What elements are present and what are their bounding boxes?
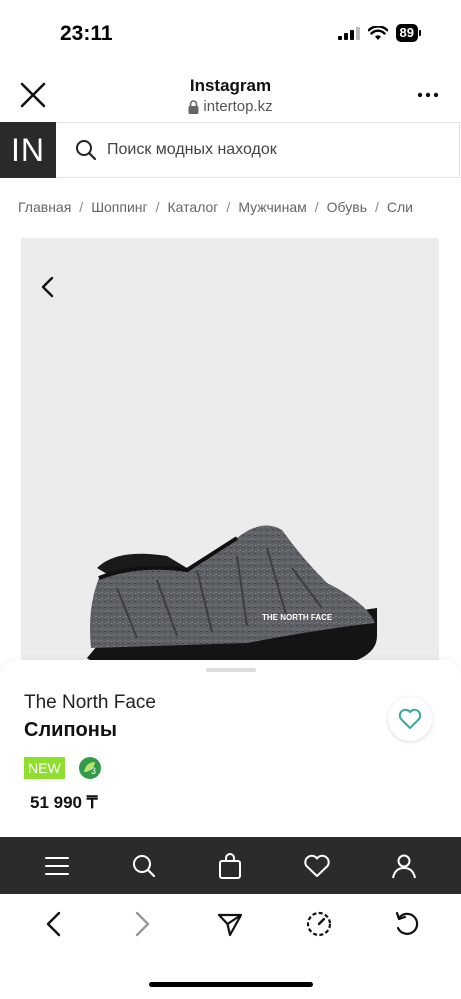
shoe-logo-text: THE NORTH FACE <box>262 613 333 622</box>
status-bar: 23:11 89 <box>0 0 461 62</box>
add-to-favorites-button[interactable] <box>388 697 432 741</box>
browser-reload-button[interactable] <box>385 902 429 946</box>
breadcrumb-item[interactable]: Мужчинам <box>238 199 306 215</box>
chevron-left-icon <box>41 276 54 298</box>
cellular-signal-icon <box>337 27 360 40</box>
bag-icon <box>219 852 242 879</box>
nav-favorites-button[interactable] <box>297 846 337 886</box>
search-placeholder: Поиск модных находок <box>107 141 277 158</box>
nav-cart-button[interactable] <box>210 846 250 886</box>
wifi-icon <box>367 25 388 40</box>
status-time: 23:11 <box>60 22 113 45</box>
more-icon <box>417 92 439 98</box>
browser-speed-button[interactable] <box>297 902 341 946</box>
forward-icon <box>136 911 150 937</box>
breadcrumb: Главная / Шоппинг / Каталог / Мужчинам / Обу… <box>18 199 413 215</box>
breadcrumb-item[interactable]: Каталог <box>168 199 219 215</box>
new-badge: NEW <box>24 757 65 779</box>
url-text: intertop.kz <box>203 98 273 115</box>
browser-back-button[interactable] <box>32 902 76 946</box>
eco-badge-number: 3 <box>91 766 96 776</box>
product-photo: THE NORTH FACE <box>87 525 377 678</box>
browser-title: Instagram <box>189 76 272 95</box>
status-icons: 89 <box>337 24 421 42</box>
battery-indicator: 89 <box>395 24 421 42</box>
more-options-button[interactable] <box>417 86 439 104</box>
nav-profile-button[interactable] <box>384 846 424 886</box>
browser-forward-button[interactable] <box>120 902 164 946</box>
browser-url[interactable]: intertop.kz <box>0 98 461 115</box>
product-brand[interactable]: The North Face <box>24 692 156 714</box>
breadcrumb-item[interactable]: Главная <box>18 199 71 215</box>
battery-level: 89 <box>395 24 418 42</box>
nav-menu-button[interactable] <box>37 846 77 886</box>
heart-icon <box>398 708 422 729</box>
search-icon <box>132 854 155 877</box>
gallery-back-button[interactable] <box>37 274 59 300</box>
product-info-sheet: The North Face Слипоны NEW 3 51 990 ₸ <box>0 660 461 838</box>
browser-share-button[interactable] <box>208 902 252 946</box>
sheet-grabber[interactable] <box>206 668 256 672</box>
menu-icon <box>45 856 70 875</box>
home-indicator[interactable] <box>149 982 313 987</box>
product-name: Слипоны <box>24 719 117 741</box>
back-icon <box>46 911 61 937</box>
nav-search-button[interactable] <box>124 846 164 886</box>
profile-icon <box>391 854 416 878</box>
breadcrumb-item[interactable]: Шоппинг <box>91 199 147 215</box>
browser-toolbar <box>0 894 461 954</box>
heart-icon <box>304 854 330 877</box>
site-bottom-nav <box>0 837 461 894</box>
lock-icon <box>188 99 199 114</box>
product-image-gallery[interactable]: THE NORTH FACE <box>21 238 439 678</box>
speed-icon <box>306 911 331 937</box>
eco-badge-icon: 3 <box>79 757 101 779</box>
breadcrumb-item[interactable]: Обувь <box>327 199 367 215</box>
site-header: IN Поиск модных находок <box>0 122 461 180</box>
breadcrumb-item[interactable]: Сли <box>387 199 413 215</box>
product-price: 51 990 ₸ <box>30 793 98 812</box>
site-logo[interactable]: IN <box>0 122 56 178</box>
browser-header: Instagram intertop.kz <box>0 62 461 122</box>
search-icon <box>76 140 97 161</box>
search-input[interactable]: Поиск модных находок <box>57 122 460 178</box>
share-icon <box>218 913 243 937</box>
reload-icon <box>395 911 418 935</box>
